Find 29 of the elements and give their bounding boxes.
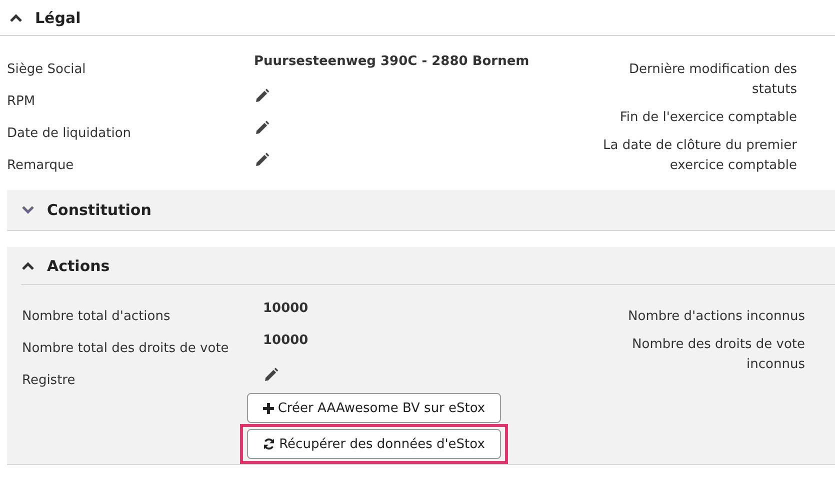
field-label: Nombre des droits de vote inconnus: [631, 336, 805, 374]
field-label: RPM: [7, 93, 36, 109]
chevron-up-icon[interactable]: [9, 12, 23, 22]
pencil-icon[interactable]: [254, 152, 270, 168]
action-button[interactable]: Créer AAAwesome BV sur eStox: [247, 393, 501, 423]
field-label: Siège Social: [7, 61, 87, 77]
chevron-down-icon[interactable]: [21, 205, 35, 215]
field-value: 10000: [263, 333, 308, 348]
field-label: Dernière modification des statuts: [628, 61, 797, 99]
field-label: Nombre total des droits de vote: [22, 340, 230, 356]
plus-icon: [262, 402, 274, 414]
section-title[interactable]: Légal: [35, 8, 81, 26]
section-title[interactable]: Constitution: [47, 201, 152, 219]
pencil-icon[interactable]: [254, 120, 270, 136]
field-label: Registre: [22, 372, 76, 388]
action-button[interactable]: Récupérer des données d'eStox: [247, 429, 501, 459]
field-label: Nombre total d'actions: [22, 308, 172, 324]
field-label: Nombre d'actions inconnus: [628, 308, 805, 326]
field-label: La date de clôture du premier exercice comptable: [602, 137, 797, 175]
chevron-up-icon[interactable]: [21, 260, 35, 270]
pencil-icon[interactable]: [263, 367, 279, 383]
field-value: 10000: [263, 301, 308, 316]
section-title[interactable]: Actions: [47, 256, 110, 274]
pencil-icon[interactable]: [254, 88, 270, 104]
refresh-icon: [263, 438, 276, 450]
field-label: Date de liquidation: [7, 125, 132, 141]
field-value: Puursesteenweg 390C - 2880 Bornem: [254, 54, 530, 69]
field-label: Remarque: [7, 157, 75, 173]
field-label: Fin de l'exercice comptable: [620, 109, 797, 127]
